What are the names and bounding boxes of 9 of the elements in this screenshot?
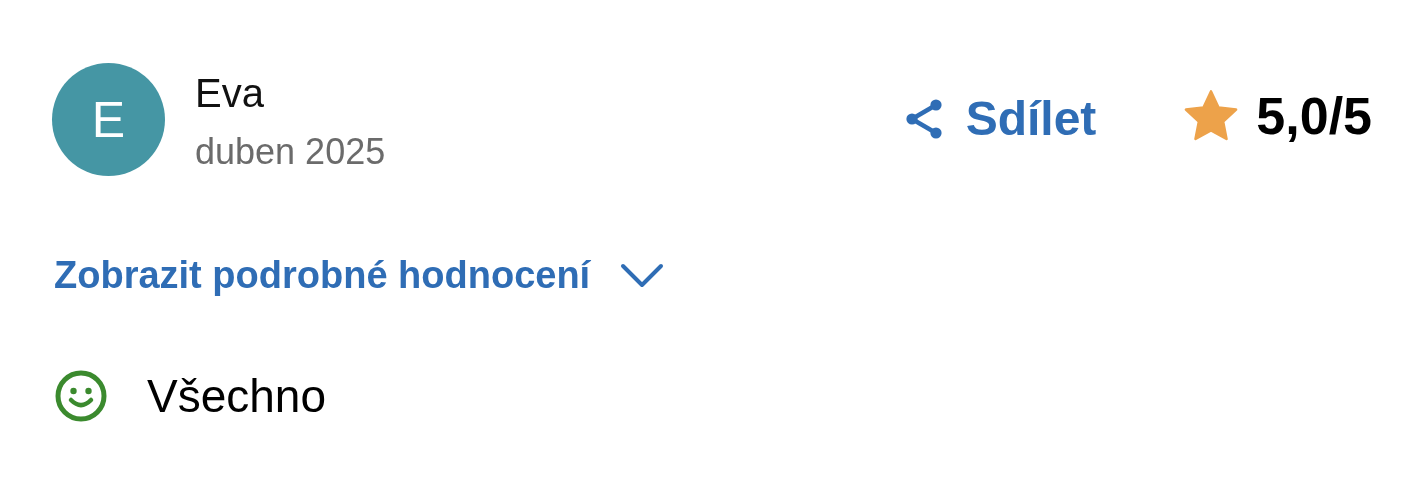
sentiment-text: Všechno bbox=[147, 369, 326, 423]
author-name: Eva bbox=[195, 70, 265, 117]
rating-score: 5,0/5 bbox=[1256, 86, 1372, 146]
share-link[interactable]: Sdílet bbox=[899, 91, 1097, 146]
avatar: E bbox=[52, 63, 165, 176]
review-date: duben 2025 bbox=[195, 130, 386, 174]
smiley-icon bbox=[55, 370, 107, 422]
details-toggle[interactable]: Zobrazit podrobné hodnocení bbox=[54, 254, 665, 297]
chevron-icon bbox=[620, 262, 665, 289]
